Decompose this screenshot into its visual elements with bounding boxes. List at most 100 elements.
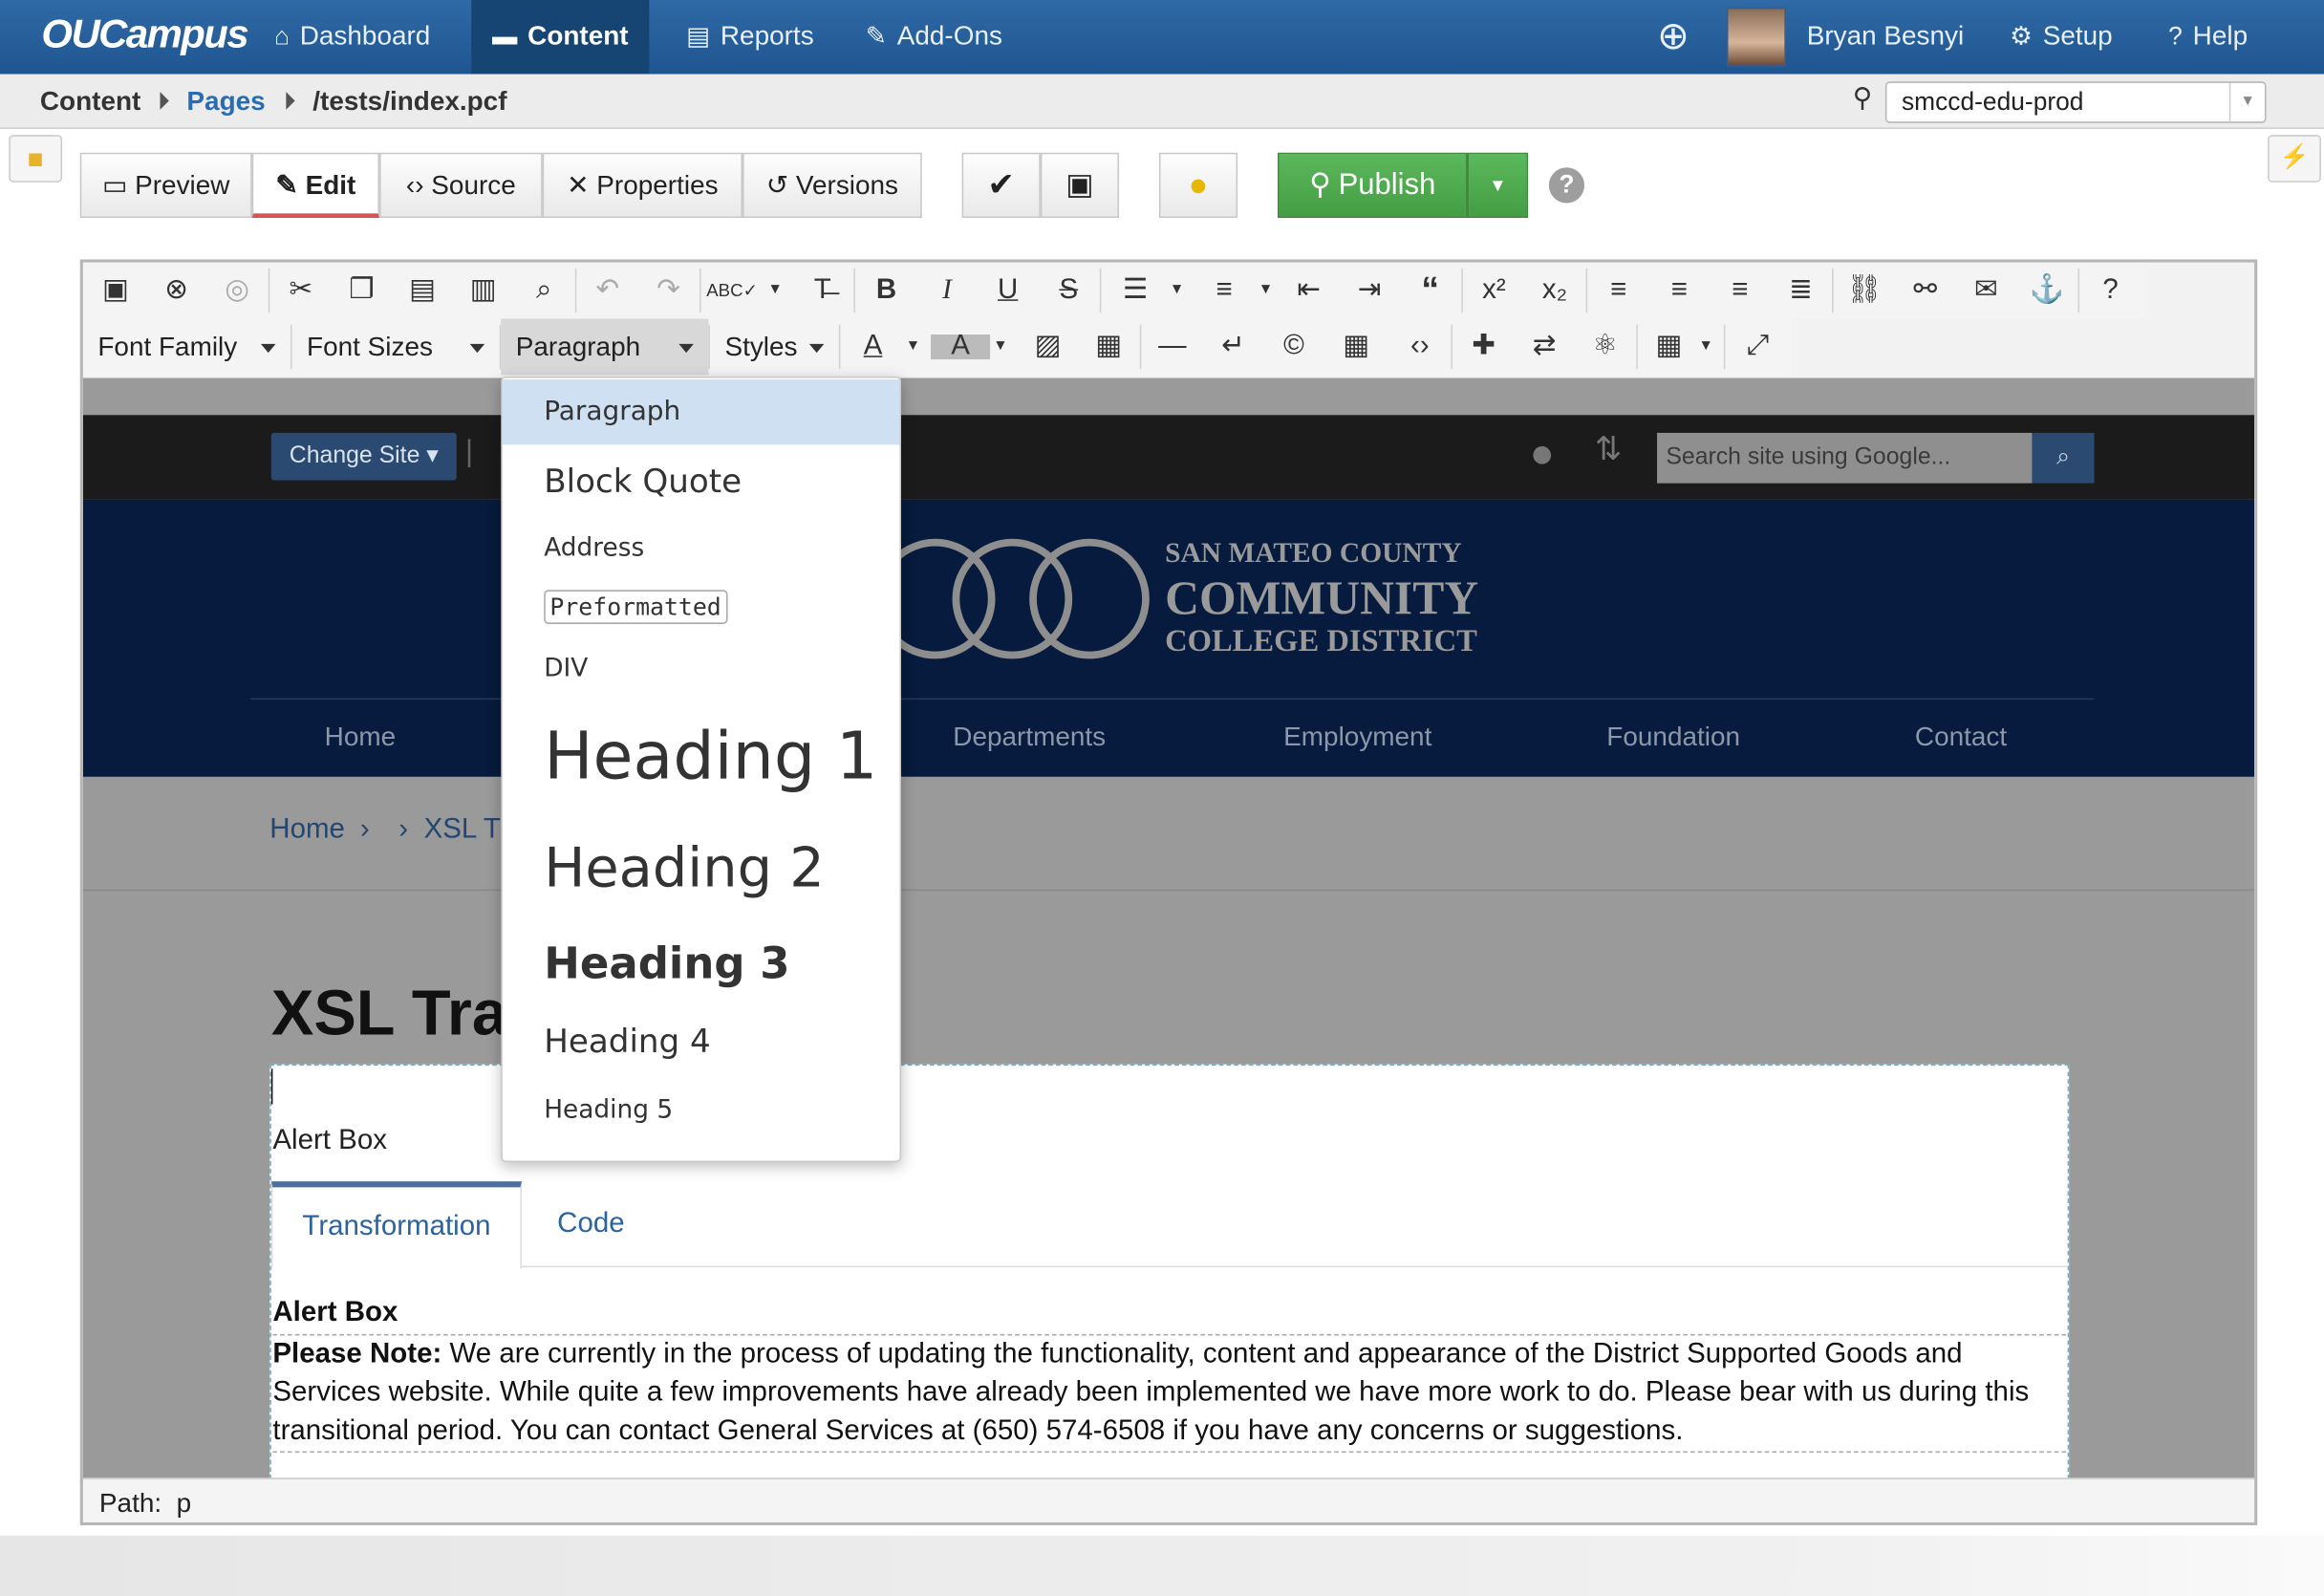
- redo-icon[interactable]: ↷: [638, 263, 698, 319]
- indent-icon[interactable]: ⇥: [1340, 263, 1399, 319]
- unlink-icon[interactable]: ⚯: [1896, 263, 1955, 319]
- format-heading-2[interactable]: Heading 2: [503, 827, 900, 910]
- site-nav-home[interactable]: Home: [325, 722, 396, 753]
- change-site-button[interactable]: Change Site ▾: [270, 432, 457, 481]
- line-break-icon[interactable]: ↵: [1203, 318, 1262, 375]
- edit-button[interactable]: ✎ Edit: [251, 152, 380, 218]
- snippet-icon[interactable]: ▦: [1326, 318, 1386, 375]
- breadcrumb-pages[interactable]: Pages: [186, 86, 265, 118]
- app-logo[interactable]: OUCampus: [41, 11, 248, 57]
- format-heading-5[interactable]: Heading 5: [503, 1085, 900, 1135]
- format-preformatted[interactable]: Preformatted: [503, 581, 900, 635]
- styles-select[interactable]: Styles: [710, 318, 839, 375]
- paste-text-icon[interactable]: ▥: [454, 263, 513, 319]
- paste-icon[interactable]: ▤: [393, 263, 452, 319]
- format-heading-4[interactable]: Heading 4: [503, 1015, 900, 1071]
- special-char-icon[interactable]: ©: [1264, 318, 1323, 375]
- location-pin-icon: ⚲: [1852, 82, 1873, 113]
- nav-content[interactable]: ▬ Content: [471, 0, 650, 75]
- breadcrumb-divider: [82, 889, 2255, 892]
- site-breadcrumb-home[interactable]: Home: [269, 814, 345, 847]
- source-button[interactable]: ‹› Source: [379, 152, 543, 218]
- strikethrough-icon[interactable]: S: [1039, 263, 1098, 319]
- horizontal-rule-icon[interactable]: —: [1143, 318, 1202, 375]
- globe-search-icon[interactable]: ⊕: [1657, 0, 1689, 75]
- check-button[interactable]: ✔: [961, 152, 1041, 218]
- paragraph-format-select[interactable]: Paragraph: [501, 318, 709, 376]
- help-icon[interactable]: ?: [2081, 263, 2141, 319]
- puzzle-icon[interactable]: ✚: [1454, 318, 1514, 375]
- editor-content[interactable]: Change Site ▾ | ● ⇅ Search site using Go…: [82, 377, 2255, 1478]
- bold-icon[interactable]: B: [856, 263, 915, 319]
- setup-link[interactable]: ⚙ Setup: [2010, 0, 2112, 75]
- format-heading-1[interactable]: Heading 1: [503, 707, 900, 808]
- asset-icon[interactable]: ⚛: [1576, 318, 1635, 375]
- site-breadcrumb-current[interactable]: XSL Tr: [424, 814, 509, 847]
- underline-icon[interactable]: U: [979, 263, 1038, 319]
- az-index-icon[interactable]: ⇅: [1595, 430, 1623, 468]
- publish-options-button[interactable]: ▼: [1467, 152, 1529, 218]
- wrench-icon: ✕: [567, 170, 590, 201]
- help-link[interactable]: ? Help: [2168, 0, 2248, 75]
- media-icon[interactable]: ▦: [1079, 318, 1138, 375]
- find-icon[interactable]: ⌕: [514, 263, 573, 319]
- clear-format-icon[interactable]: T̶: [793, 263, 852, 319]
- font-family-select[interactable]: Font Family: [83, 318, 290, 375]
- versions-button[interactable]: ↺ Versions: [742, 152, 922, 218]
- properties-button[interactable]: ✕ Properties: [542, 152, 743, 218]
- file-navigator-button[interactable]: ■: [9, 135, 63, 183]
- publish-button[interactable]: ⚲ Publish: [1277, 152, 1468, 218]
- blockquote-icon[interactable]: “: [1401, 263, 1460, 319]
- format-paragraph[interactable]: Paragraph: [502, 379, 900, 445]
- link-icon[interactable]: ⛓: [1835, 263, 1894, 319]
- preview-button[interactable]: ▭ Preview: [79, 152, 252, 218]
- align-left-icon[interactable]: ≡: [1589, 263, 1648, 319]
- align-right-icon[interactable]: ≡: [1711, 263, 1770, 319]
- gadgets-button[interactable]: ●: [1158, 152, 1238, 218]
- avatar[interactable]: [1726, 7, 1786, 67]
- subscript-icon[interactable]: x₂: [1525, 263, 1584, 319]
- format-heading-3[interactable]: Heading 3: [503, 929, 900, 997]
- plugin-button[interactable]: ⚡: [2268, 135, 2321, 183]
- user-name[interactable]: Bryan Besnyi: [1807, 0, 1965, 75]
- nav-dashboard[interactable]: ⌂ Dashboard: [253, 0, 451, 75]
- nav-addons[interactable]: ✎ Add-Ons: [845, 0, 1023, 75]
- site-select[interactable]: smccd-edu-prod ▼: [1884, 81, 2267, 123]
- outdent-icon[interactable]: ⇤: [1280, 263, 1339, 319]
- italic-icon[interactable]: I: [917, 263, 977, 319]
- search-icon[interactable]: ⌕: [2032, 432, 2095, 484]
- undo-icon[interactable]: ↶: [578, 263, 637, 319]
- fullscreen-icon[interactable]: ⤢: [1728, 318, 1787, 375]
- nav-reports[interactable]: ▤ Reports: [665, 0, 834, 75]
- format-block-quote[interactable]: Block Quote: [503, 452, 900, 514]
- font-sizes-select[interactable]: Font Sizes: [292, 318, 500, 375]
- save-icon[interactable]: ▣: [86, 263, 145, 319]
- element-path[interactable]: p: [177, 1488, 192, 1518]
- align-center-icon[interactable]: ≡: [1649, 263, 1709, 319]
- cut-icon[interactable]: ✂: [271, 263, 331, 319]
- breadcrumb-content[interactable]: Content: [40, 86, 140, 118]
- tab-code[interactable]: Code: [527, 1181, 654, 1267]
- site-search-input[interactable]: Search site using Google...: [1657, 432, 2033, 484]
- code-view-icon[interactable]: ‹›: [1390, 318, 1450, 375]
- format-address[interactable]: Address: [503, 522, 900, 575]
- align-justify-icon[interactable]: ≣: [1771, 263, 1830, 319]
- email-icon[interactable]: ✉: [1956, 263, 2015, 319]
- lifebuoy-icon[interactable]: ◎: [207, 263, 267, 319]
- superscript-icon[interactable]: x²: [1464, 263, 1523, 319]
- format-div[interactable]: DIV: [503, 642, 900, 696]
- copy-icon[interactable]: ❐: [332, 263, 391, 319]
- close-icon[interactable]: ⊗: [147, 263, 206, 319]
- image-icon[interactable]: ▨: [1019, 318, 1078, 375]
- replace-icon[interactable]: ⇄: [1515, 318, 1574, 375]
- site-nav-contact[interactable]: Contact: [1915, 722, 2007, 753]
- question-icon[interactable]: ?: [1548, 167, 1585, 204]
- chevron-down-icon[interactable]: ▼: [1676, 318, 1735, 375]
- site-nav-employment[interactable]: Employment: [1283, 722, 1431, 753]
- user-icon[interactable]: ●: [1530, 430, 1555, 478]
- save-draft-button[interactable]: ▣: [1040, 152, 1120, 218]
- site-nav-departments[interactable]: Departments: [953, 722, 1106, 753]
- site-nav-foundation[interactable]: Foundation: [1606, 722, 1740, 753]
- anchor-icon[interactable]: ⚓: [2017, 263, 2077, 319]
- tab-transformation[interactable]: Transformation: [270, 1181, 523, 1269]
